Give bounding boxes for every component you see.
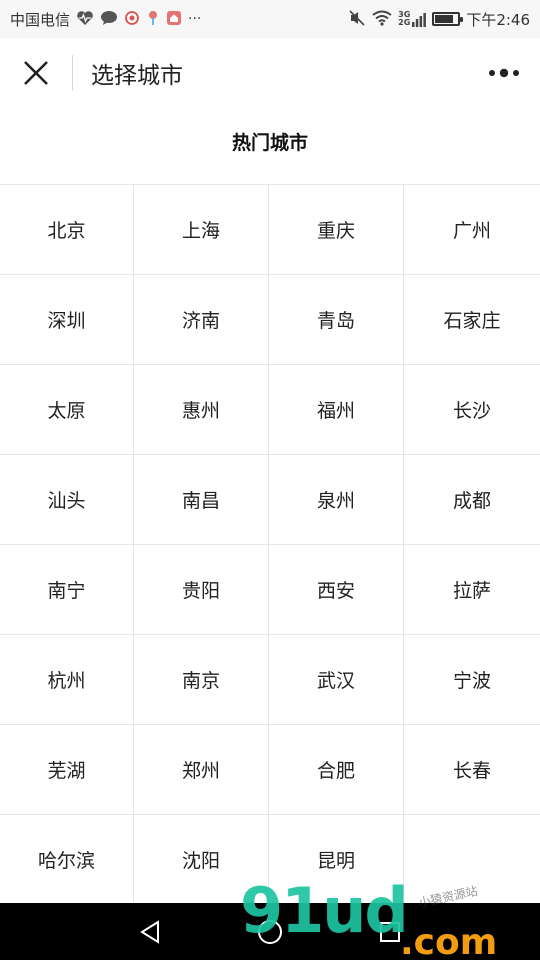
city-cell[interactable]: 贵阳	[134, 545, 269, 635]
close-icon	[24, 61, 48, 85]
page-title: 选择城市	[91, 63, 183, 89]
back-triangle-icon	[140, 919, 159, 944]
city-cell[interactable]: 太原	[0, 365, 134, 455]
section-title-hot-cities: 热门城市	[231, 132, 308, 154]
watermark-domain: .com	[400, 922, 498, 960]
heart-rate-icon	[76, 10, 94, 29]
city-cell[interactable]: 杭州	[0, 635, 134, 725]
city-cell[interactable]: 西安	[269, 545, 404, 635]
city-cell[interactable]: 福州	[269, 365, 404, 455]
back-button[interactable]	[130, 912, 170, 952]
home-app-icon	[166, 10, 182, 29]
status-left: 中国电信 ···	[10, 9, 201, 30]
city-cell[interactable]: 石家庄	[404, 275, 540, 365]
battery-fill	[435, 15, 453, 23]
carrier-label: 中国电信	[10, 10, 71, 29]
weibo-icon	[124, 10, 140, 29]
city-cell[interactable]: 郑州	[134, 725, 269, 815]
more-dots-icon	[489, 68, 519, 78]
close-button[interactable]	[0, 38, 72, 108]
city-cell[interactable]: 南昌	[134, 455, 269, 545]
mute-icon	[348, 9, 366, 29]
city-cell[interactable]: 拉萨	[404, 545, 540, 635]
watermark-logo: 91ud	[240, 874, 409, 947]
city-cell[interactable]: 南京	[134, 635, 269, 725]
city-cell[interactable]: 哈尔滨	[0, 815, 134, 905]
city-cell[interactable]: 上海	[134, 185, 269, 275]
chat-bubble-icon	[100, 10, 118, 29]
city-cell[interactable]: 北京	[0, 185, 134, 275]
city-cell[interactable]: 武汉	[269, 635, 404, 725]
status-bar: 中国电信 ··· 3G 2G 下午2:46	[0, 0, 540, 38]
more-options-button[interactable]	[486, 58, 522, 88]
clock: 下午2:46	[466, 10, 530, 29]
city-cell[interactable]: 惠州	[134, 365, 269, 455]
map-pin-icon	[146, 10, 160, 29]
city-cell[interactable]: 长春	[404, 725, 540, 815]
city-cell[interactable]: 南宁	[0, 545, 134, 635]
signal-label-bottom: 2G	[398, 18, 411, 27]
city-cell[interactable]: 泉州	[269, 455, 404, 545]
city-cell[interactable]: 深圳	[0, 275, 134, 365]
more-dots-icon: ···	[188, 11, 202, 27]
city-cell[interactable]: 芜湖	[0, 725, 134, 815]
city-cell[interactable]: 青岛	[269, 275, 404, 365]
title-divider	[72, 55, 73, 91]
city-cell[interactable]: 汕头	[0, 455, 134, 545]
status-right: 3G 2G 下午2:46	[348, 9, 530, 30]
city-cell[interactable]: 广州	[404, 185, 540, 275]
city-cell[interactable]: 长沙	[404, 365, 540, 455]
hot-cities-grid: 北京 上海 重庆 广州深圳 济南 青岛 石家庄太原 惠州 福州 长沙汕头 南昌 泉州 成都南宁 贵阳 西安拉…	[0, 184, 540, 905]
signal-3g-4g-icon: 3G 2G	[398, 11, 427, 27]
city-cell[interactable]: 重庆	[269, 185, 404, 275]
city-cell[interactable]: 成都	[404, 455, 540, 545]
battery-icon	[432, 12, 464, 26]
wifi-icon	[372, 10, 392, 29]
title-bar: 选择城市	[0, 38, 540, 108]
city-cell[interactable]: 合肥	[269, 725, 404, 815]
city-cell[interactable]: 济南	[134, 275, 269, 365]
city-cell[interactable]: 宁波	[404, 635, 540, 725]
